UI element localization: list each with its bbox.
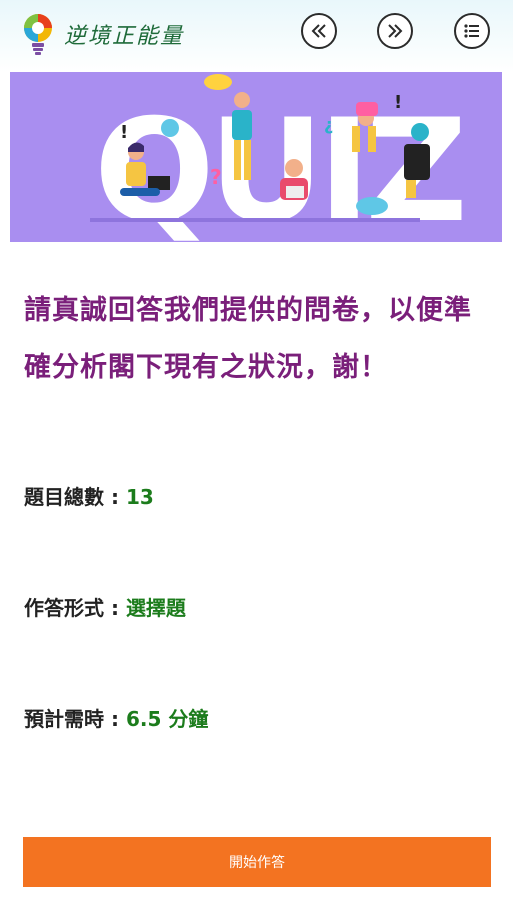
question-count-value: 13	[125, 485, 154, 509]
app-logo: 逆境正能量	[18, 8, 228, 60]
estimated-time-value: 6.5 分鐘	[125, 707, 209, 731]
quiz-illustration: QUIZ ! ? ¿ !	[90, 74, 468, 242]
answer-format-label: 作答形式 :	[24, 596, 126, 620]
question-count-label: 題目總數 :	[24, 485, 126, 509]
app-header: 逆境正能量	[0, 0, 513, 72]
menu-button[interactable]	[454, 13, 490, 49]
intro-message: 請真誠回答我們提供的問卷，以便準確分析閣下現有之狀況，謝！	[24, 295, 472, 383]
answer-format-value: 選擇題	[125, 596, 186, 620]
answer-format-row: 作答形式 : 選擇題	[24, 592, 186, 621]
lightbulb-logo-icon	[24, 14, 52, 55]
quiz-banner: QUIZ ! ? ¿ !	[10, 72, 502, 242]
svg-text:¿: ¿	[324, 115, 333, 134]
double-chevron-left-icon	[311, 24, 326, 38]
svg-text:!: !	[120, 122, 128, 143]
app-title: 逆境正能量	[64, 24, 185, 49]
previous-button[interactable]	[301, 13, 337, 49]
estimated-time-row: 預計需時 : 6.5 分鐘	[24, 703, 208, 732]
next-button[interactable]	[377, 13, 413, 49]
svg-text:!: !	[394, 92, 402, 113]
start-quiz-button[interactable]: 開始作答	[23, 837, 491, 887]
list-menu-icon	[464, 24, 479, 38]
question-count-row: 題目總數 : 13	[24, 481, 154, 510]
svg-text:?: ?	[210, 165, 222, 189]
double-chevron-right-icon	[388, 24, 403, 38]
estimated-time-label: 預計需時 :	[24, 707, 126, 731]
